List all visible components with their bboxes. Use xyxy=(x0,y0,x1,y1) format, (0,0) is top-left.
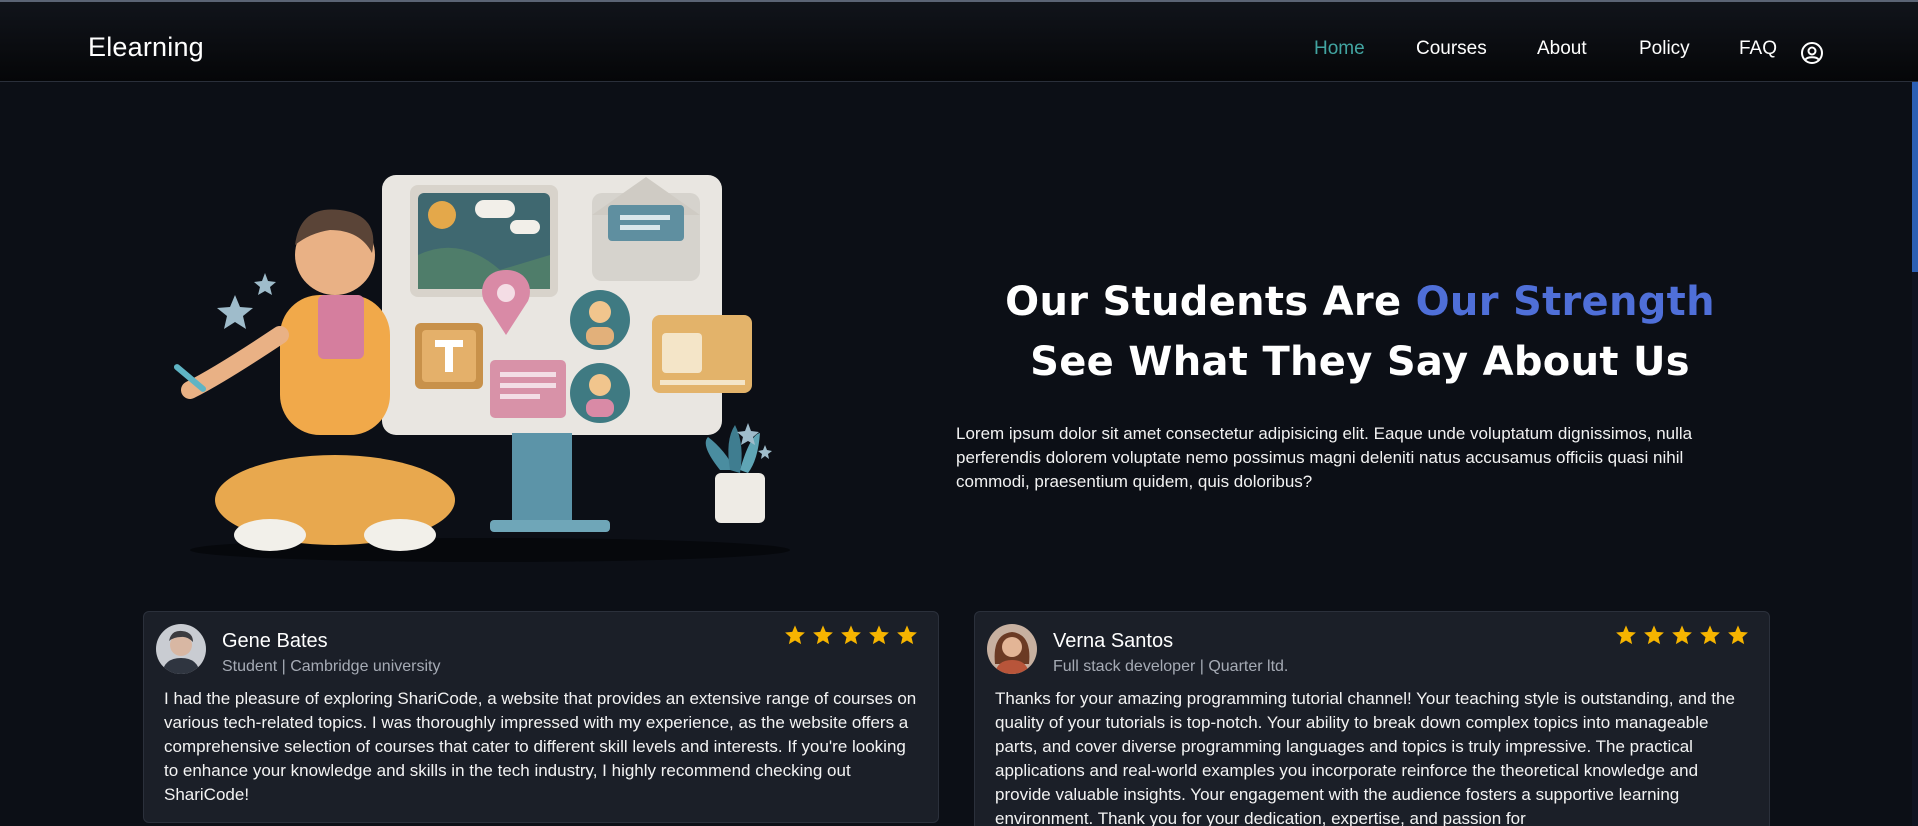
nav-links: Home Courses About Policy FAQ xyxy=(0,38,1918,68)
testimonial-card: Verna Santos Full stack developer | Quar… xyxy=(974,611,1770,826)
headline-line-2: See What They Say About Us xyxy=(1030,339,1690,385)
hero-paragraph: Lorem ipsum dolor sit amet consectetur a… xyxy=(956,424,1693,491)
hero-headline: Our Students Are Our Strength See What T… xyxy=(940,272,1780,392)
nav-policy[interactable]: Policy xyxy=(1639,38,1690,60)
star-rating xyxy=(1615,624,1749,646)
star-icon xyxy=(1644,625,1664,645)
testimonial-text: I had the pleasure of exploring ShariCod… xyxy=(164,689,917,804)
nav-about[interactable]: About xyxy=(1537,38,1587,60)
star-icon xyxy=(869,625,889,645)
star-icon xyxy=(897,625,917,645)
hero-illustration xyxy=(173,175,790,562)
user-circle-icon[interactable] xyxy=(1800,41,1824,65)
scrollbar-thumb[interactable] xyxy=(1912,82,1918,272)
star-icon xyxy=(1728,625,1748,645)
avatar xyxy=(156,624,206,674)
testimonial-role: Student | Cambridge university xyxy=(222,658,441,675)
testimonial-name: Verna Santos xyxy=(1053,630,1174,652)
testimonial-card: Gene Bates Student | Cambridge universit… xyxy=(143,611,939,823)
headline-line-1: Our Students Are Our Strength xyxy=(940,272,1780,332)
star-icon xyxy=(785,625,805,645)
star-icon xyxy=(1672,625,1692,645)
avatar xyxy=(987,624,1037,674)
nav-faq[interactable]: FAQ xyxy=(1739,38,1777,60)
star-icon xyxy=(1700,625,1720,645)
testimonial-name: Gene Bates xyxy=(222,630,328,652)
headline-accent: Our Strength xyxy=(1415,279,1715,325)
headline-part-1: Our Students Are xyxy=(1005,279,1416,325)
navbar: Elearning Home Courses About Policy FAQ xyxy=(0,2,1918,82)
testimonial-text: Thanks for your amazing programming tuto… xyxy=(995,689,1735,826)
testimonial-role: Full stack developer | Quarter ltd. xyxy=(1053,658,1289,675)
star-icon xyxy=(1616,625,1636,645)
nav-home[interactable]: Home xyxy=(1314,38,1365,60)
star-rating xyxy=(784,624,918,646)
star-icon xyxy=(813,625,833,645)
nav-courses[interactable]: Courses xyxy=(1416,38,1487,60)
star-icon xyxy=(841,625,861,645)
